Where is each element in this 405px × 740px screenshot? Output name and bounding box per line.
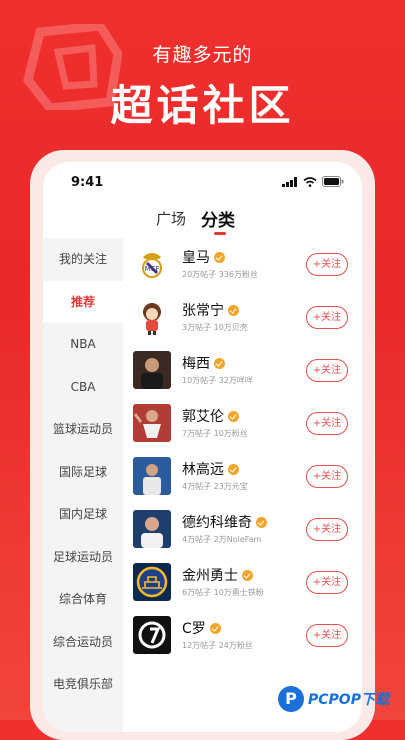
sidebar-item-nba[interactable]: NBA — [43, 323, 123, 366]
tab-category[interactable]: 分类 — [201, 206, 235, 231]
topic-stats: 20万帖子 336万粉丝 — [182, 270, 258, 279]
top-tabs: 广场 分类 — [43, 202, 362, 238]
sidebar-item-esports-clubs[interactable]: 电竞俱乐部 — [43, 663, 123, 706]
status-time: 9:41 — [71, 175, 104, 190]
content-area: 我的关注 推荐 NBA CBA 篮球运动员 国际足球 国内足球 足球运动员 综合… — [43, 238, 362, 732]
topic-name: 林高远 — [182, 462, 224, 478]
promo-tagline: 有趣多元的 — [152, 44, 253, 66]
verified-badge-icon — [228, 463, 239, 475]
sidebar-item-international-football[interactable]: 国际足球 — [43, 451, 123, 494]
tab-square[interactable]: 广场 — [156, 208, 186, 229]
category-sidebar: 我的关注 推荐 NBA CBA 篮球运动员 国际足球 国内足球 足球运动员 综合… — [43, 238, 123, 732]
verified-badge-icon — [228, 304, 239, 316]
list-item[interactable]: 德约科维奇 4万帖子 2万NoleFam +关注 — [123, 503, 362, 556]
list-item[interactable]: 张常宁 3万帖子 10万贝壳 +关注 — [123, 291, 362, 344]
follow-button[interactable]: +关注 — [306, 412, 348, 435]
topic-stats: 3万帖子 10万贝壳 — [182, 323, 248, 332]
player-photo — [133, 457, 171, 495]
follow-button[interactable]: +关注 — [306, 359, 348, 382]
svg-text:MCF: MCF — [145, 265, 160, 273]
topic-name: 张常宁 — [182, 303, 224, 319]
verified-badge-icon — [209, 622, 221, 634]
topic-name: 金州勇士 — [182, 568, 238, 584]
list-item[interactable]: C罗 12万帖子 24万粉丝 +关注 — [123, 609, 362, 662]
wifi-icon — [303, 176, 317, 187]
sidebar-item-cba[interactable]: CBA — [43, 366, 123, 409]
warriors-logo-icon — [133, 563, 171, 601]
player-photo — [133, 510, 171, 548]
sidebar-item-general-athletes[interactable]: 综合运动员 — [43, 621, 123, 664]
list-item[interactable]: 林高远 4万帖子 23万元宝 +关注 — [123, 450, 362, 503]
battery-icon — [322, 176, 344, 187]
cr7-logo-icon — [133, 616, 171, 654]
verified-badge-icon — [228, 410, 239, 422]
real-madrid-crest-icon: MCF — [133, 245, 171, 283]
watermark-text: PCPOP下载 — [308, 692, 389, 708]
player-photo — [133, 351, 171, 389]
topic-name: 德约科维奇 — [182, 515, 252, 531]
follow-button[interactable]: +关注 — [306, 465, 348, 488]
topic-stats: 4万帖子 23万元宝 — [182, 482, 248, 491]
cartoon-character-icon — [133, 298, 171, 336]
topic-name: 梅西 — [182, 356, 210, 372]
list-item[interactable]: 金州勇士 6万帖子 10万勇士铁粉 +关注 — [123, 556, 362, 609]
promo-headline: 超话社区 — [110, 81, 295, 130]
watermark-logo-icon: P — [278, 686, 304, 712]
verified-badge-icon — [214, 357, 225, 369]
verified-badge-icon — [242, 569, 253, 581]
signal-icon — [282, 176, 297, 187]
topic-stats: 6万帖子 10万勇士铁粉 — [182, 588, 264, 597]
list-item[interactable]: 梅西 10万帖子 32万咩咩 +关注 — [123, 344, 362, 397]
follow-button[interactable]: +关注 — [306, 624, 348, 647]
follow-button[interactable]: +关注 — [306, 518, 348, 541]
follow-button[interactable]: +关注 — [306, 571, 348, 594]
topic-name: 郭艾伦 — [182, 409, 224, 425]
status-bar: 9:41 — [43, 162, 362, 202]
topic-stats: 12万帖子 24万粉丝 — [182, 641, 253, 650]
follow-button[interactable]: +关注 — [306, 253, 348, 276]
sidebar-item-general-sports[interactable]: 综合体育 — [43, 578, 123, 621]
sidebar-item-football-players[interactable]: 足球运动员 — [43, 536, 123, 579]
phone-screen: 9:41 广场 分类 我的关注 推荐 NBA CBA 篮球运动员 国际足球 国内… — [43, 162, 362, 732]
sidebar-item-my-follows[interactable]: 我的关注 — [43, 238, 123, 281]
follow-button[interactable]: +关注 — [306, 306, 348, 329]
topic-name: 皇马 — [182, 250, 210, 266]
topic-stats: 4万帖子 2万NoleFam — [182, 535, 262, 544]
sidebar-item-recommended[interactable]: 推荐 — [43, 280, 123, 323]
site-watermark: P PCPOP下载 — [278, 680, 405, 718]
verified-badge-icon — [256, 516, 267, 528]
topic-list: MCF 皇马 20万帖子 336万粉丝 +关注 张常宁 3万帖子 10万贝壳 +… — [123, 238, 362, 732]
list-item[interactable]: 郭艾伦 7万帖子 10万粉丝 +关注 — [123, 397, 362, 450]
active-tab-indicator — [214, 232, 226, 235]
topic-stats: 7万帖子 10万粉丝 — [182, 429, 248, 438]
player-photo — [133, 404, 171, 442]
topic-name: C罗 — [182, 621, 206, 637]
verified-badge-icon — [214, 251, 225, 263]
topic-stats: 10万帖子 32万咩咩 — [182, 376, 253, 385]
sidebar-item-basketball-players[interactable]: 篮球运动员 — [43, 408, 123, 451]
sidebar-item-domestic-football[interactable]: 国内足球 — [43, 493, 123, 536]
list-item[interactable]: MCF 皇马 20万帖子 336万粉丝 +关注 — [123, 238, 362, 291]
